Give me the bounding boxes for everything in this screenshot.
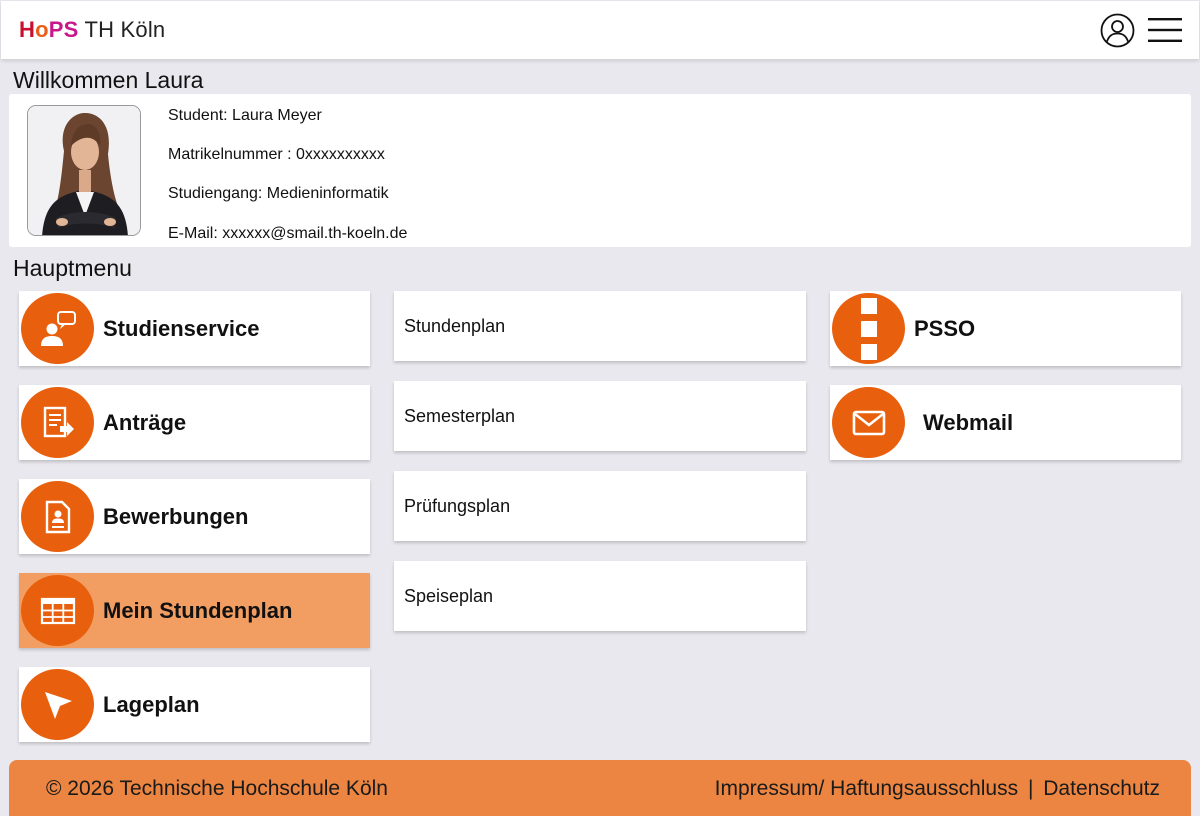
studienservice-label: Studienservice xyxy=(103,316,260,341)
logo-letter-o: o xyxy=(35,17,49,42)
user-profile-button[interactable] xyxy=(1100,13,1135,48)
antraege-icon xyxy=(21,387,94,458)
portrait-image xyxy=(28,106,140,235)
footer: © 2026 Technische Hochschule Köln Impres… xyxy=(9,760,1191,816)
footer-separator: | xyxy=(1027,777,1034,800)
pruefungsplan-button[interactable]: Prüfungsplan xyxy=(394,471,806,541)
speiseplan-label: Speiseplan xyxy=(404,586,494,606)
semesterplan-button[interactable]: Semesterplan xyxy=(394,381,806,451)
studienservice-button[interactable]: Studienservice xyxy=(19,291,370,366)
top-bar: HoPS TH Köln xyxy=(1,1,1199,59)
mein-stundenplan-button[interactable]: Mein Stundenplan xyxy=(19,573,370,648)
student-email: E-Mail: xxxxxx@smail.th-koeln.de xyxy=(168,225,408,242)
hauptmenu-heading: Hauptmenu xyxy=(13,255,132,281)
mein-stundenplan-label: Mein Stundenplan xyxy=(103,598,293,623)
student-avatar xyxy=(27,105,141,236)
footer-copyright: © 2026 Technische Hochschule Köln xyxy=(46,777,388,800)
bewerbungen-icon xyxy=(21,481,94,552)
semesterplan-label: Semesterplan xyxy=(404,406,516,426)
antraege-label: Anträge xyxy=(103,410,187,435)
location-pointer-icon xyxy=(21,669,94,740)
webmail-button[interactable]: Webmail xyxy=(830,385,1181,460)
app-logo[interactable]: HoPS TH Köln xyxy=(19,17,165,43)
student-studiengang: Studiengang: Medieninformatik xyxy=(168,185,389,202)
webmail-label: Webmail xyxy=(923,410,1014,435)
logo-suffix: TH Köln xyxy=(84,17,166,42)
footer-links: Impressum/ Haftungsausschluss | Datensch… xyxy=(715,777,1160,801)
hamburger-icon xyxy=(1148,18,1182,42)
stundenplan-label: Stundenplan xyxy=(404,316,506,336)
bewerbungen-button[interactable]: Bewerbungen xyxy=(19,479,370,554)
impressum-link[interactable]: Impressum/ Haftungsausschluss xyxy=(715,777,1018,800)
psso-icon xyxy=(832,293,905,364)
mail-icon xyxy=(832,387,905,458)
psso-label: PSSO xyxy=(914,316,976,341)
student-info-card: Student: Laura Meyer Matrikelnummer : 0x… xyxy=(9,94,1191,247)
welcome-heading: Willkommen Laura xyxy=(13,67,204,93)
hamburger-menu-button[interactable] xyxy=(1147,15,1183,45)
speiseplan-button[interactable]: Speiseplan xyxy=(394,561,806,631)
pruefungsplan-label: Prüfungsplan xyxy=(404,496,511,516)
logo-letter-h: H xyxy=(19,17,36,42)
student-matrikelnummer: Matrikelnummer : 0xxxxxxxxxx xyxy=(168,146,385,163)
bewerbungen-label: Bewerbungen xyxy=(103,504,249,529)
studienservice-icon xyxy=(21,293,94,364)
lageplan-button[interactable]: Lageplan xyxy=(19,667,370,742)
user-circle-icon xyxy=(1100,13,1135,48)
datenschutz-link[interactable]: Datenschutz xyxy=(1043,777,1160,800)
student-name: Student: Laura Meyer xyxy=(168,107,322,124)
calendar-grid-icon xyxy=(21,575,94,646)
lageplan-label: Lageplan xyxy=(103,692,200,717)
antraege-button[interactable]: Anträge xyxy=(19,385,370,460)
stundenplan-button[interactable]: Stundenplan xyxy=(394,291,806,361)
logo-letters-ps: PS xyxy=(48,17,79,42)
psso-button[interactable]: PSSO xyxy=(830,291,1181,366)
